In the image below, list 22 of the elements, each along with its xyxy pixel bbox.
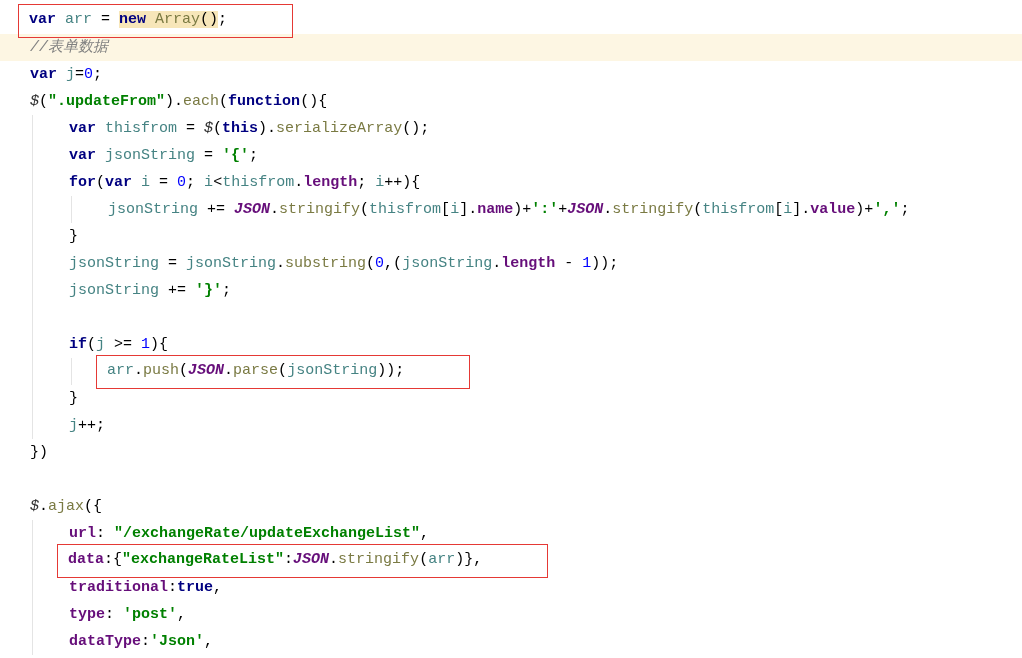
code-line: }: [69, 227, 78, 247]
code-line: j++;: [69, 416, 106, 436]
code-line: var j=0;: [30, 65, 103, 85]
code-line: }: [69, 389, 78, 409]
code-line: traditional:true,: [69, 578, 223, 598]
code-line: var thisfrom = $(this).serializeArray();: [69, 119, 430, 139]
highlighted-code-line: arr.push(JSON.parse(jsonString));: [96, 354, 471, 389]
code-line: $.ajax({: [30, 497, 103, 517]
code-line: $(".updateFrom").each(function(){: [30, 92, 328, 112]
code-line: if(j >= 1){: [69, 335, 169, 355]
code-line: jsonString += '}';: [69, 281, 232, 301]
code-line: var jsonString = '{';: [69, 146, 259, 166]
code-line: }): [30, 443, 48, 463]
code-line: dataType:'Json',: [69, 632, 214, 652]
code-line: jsonString = jsonString.substring(0,(jsonString.length - 1));: [69, 254, 619, 274]
code-line: //表单数据: [30, 37, 108, 58]
code-line: for(var i = 0; i<thisfrom.length; i++){: [69, 173, 421, 193]
highlighted-code-line: data:{"exchangeRateList":JSON.stringify(arr)},: [57, 543, 549, 578]
code-line: jsonString += JSON.stringify(thisfrom[i].name)+':'+JSON.stringify(thisfrom[i].value)+',';: [108, 200, 910, 220]
highlighted-code-line: var arr = new Array();: [18, 3, 294, 38]
code-line: type: 'post',: [69, 605, 187, 625]
code-line: url: "/exchangeRate/updateExchangeList",: [69, 524, 430, 544]
